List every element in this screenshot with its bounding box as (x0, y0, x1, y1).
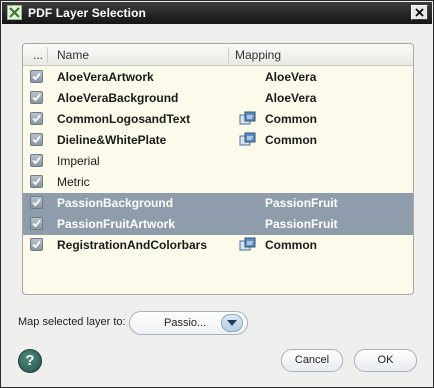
layer-checkbox[interactable] (30, 154, 43, 167)
layer-checkbox[interactable] (30, 238, 43, 251)
table-row[interactable]: AloeVeraBackground AloeVera (23, 88, 413, 109)
table-row[interactable]: CommonLogosandText Common (23, 109, 413, 130)
layer-name: RegistrationAndColorbars (57, 238, 208, 252)
layer-checkbox[interactable] (30, 196, 43, 209)
check-icon (32, 240, 41, 249)
check-icon (32, 72, 41, 81)
layer-checkbox[interactable] (30, 175, 43, 188)
help-button[interactable]: ? (18, 349, 42, 373)
cancel-button[interactable]: Cancel (281, 349, 343, 372)
layer-list[interactable]: ... Name Mapping AloeVeraArtwork AloeVera… (22, 43, 414, 295)
check-icon (32, 114, 41, 123)
column-separator[interactable] (228, 47, 229, 63)
layer-name: CommonLogosandText (57, 112, 191, 126)
check-icon (32, 177, 41, 186)
mapping-link-icon (239, 111, 256, 126)
check-icon (32, 156, 41, 165)
table-row[interactable]: PassionFruitArtwork PassionFruit (23, 214, 413, 235)
check-icon (32, 219, 41, 228)
app-icon (7, 5, 22, 20)
layer-mapping: PassionFruit (265, 217, 338, 231)
map-layer-value: Passio... (164, 317, 207, 329)
table-row[interactable]: Imperial (23, 151, 413, 172)
map-layer-dropdown[interactable]: Passio... (129, 311, 248, 335)
list-header: ... Name Mapping (23, 44, 413, 66)
title-bar[interactable]: PDF Layer Selection (2, 2, 432, 24)
layer-mapping: Common (265, 133, 317, 147)
table-row[interactable]: Metric (23, 172, 413, 193)
column-header-mapping[interactable]: Mapping (235, 44, 281, 65)
layer-name: Dieline&WhitePlate (57, 133, 167, 147)
layer-name: AloeVeraArtwork (57, 70, 154, 84)
map-layer-label: Map selected layer to: (18, 316, 126, 328)
check-icon (32, 93, 41, 102)
mapping-link-icon (239, 132, 256, 147)
layer-mapping: AloeVera (265, 70, 317, 84)
table-row[interactable]: RegistrationAndColorbars Common (23, 235, 413, 256)
layer-mapping: PassionFruit (265, 196, 338, 210)
column-header-check[interactable]: ... (33, 44, 43, 65)
table-row[interactable]: Dieline&WhitePlate Common (23, 130, 413, 151)
mapping-link-icon (239, 237, 256, 252)
window-title: PDF Layer Selection (28, 6, 146, 20)
dialog-window: PDF Layer Selection ... Name Mapping Alo… (0, 0, 434, 388)
layer-checkbox[interactable] (30, 70, 43, 83)
ok-button[interactable]: OK (354, 349, 417, 372)
table-row[interactable]: PassionBackground PassionFruit (23, 193, 413, 214)
table-row[interactable]: AloeVeraArtwork AloeVera (23, 67, 413, 88)
layer-mapping: Common (265, 238, 317, 252)
check-icon (32, 135, 41, 144)
layer-name: PassionBackground (57, 196, 174, 210)
layer-name: Imperial (57, 154, 100, 168)
layer-checkbox[interactable] (30, 133, 43, 146)
check-icon (32, 198, 41, 207)
column-header-name[interactable]: Name (57, 44, 89, 65)
chevron-down-icon (227, 320, 237, 326)
column-separator[interactable] (47, 47, 48, 63)
layer-name: Metric (57, 175, 90, 189)
layer-mapping: AloeVera (265, 91, 317, 105)
close-icon (415, 8, 424, 17)
layer-name: AloeVeraBackground (57, 91, 179, 105)
layer-name: PassionFruitArtwork (57, 217, 176, 231)
layer-mapping: Common (265, 112, 317, 126)
layer-checkbox[interactable] (30, 217, 43, 230)
layer-checkbox[interactable] (30, 112, 43, 125)
layer-checkbox[interactable] (30, 91, 43, 104)
dropdown-arrow-button[interactable] (221, 314, 243, 332)
close-button[interactable] (411, 5, 428, 20)
